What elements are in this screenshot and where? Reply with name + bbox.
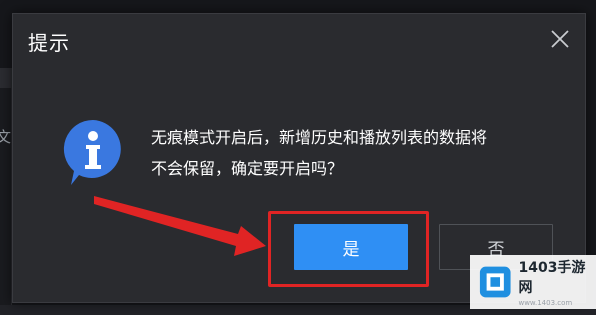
background-app-panel: [0, 70, 12, 315]
annotation-arrow: [94, 196, 266, 256]
dialog-message-line-2: 不会保留，确定要开启吗？: [151, 159, 344, 178]
dialog-title: 提示: [28, 31, 70, 55]
watermark-url: www.1403.com: [518, 299, 573, 307]
watermark-brand: 1403手游网: [518, 260, 586, 296]
background-app-toolbar: [0, 68, 12, 88]
watermark: 1403手游网 www.1403.com: [470, 255, 596, 309]
dialog-message: 无痕模式开启后，新增历史和播放列表的数据将 不会保留，确定要开启吗？: [151, 122, 571, 184]
watermark-logo-icon: [479, 266, 511, 298]
dialog-message-line-1: 无痕模式开启后，新增历史和播放列表的数据将: [151, 128, 488, 147]
close-button[interactable]: [549, 28, 571, 50]
close-icon: [551, 30, 569, 48]
background-app-text: 文: [0, 128, 12, 146]
info-icon: [63, 119, 121, 185]
annotation-highlight-box: [268, 211, 429, 287]
screen: 文 提示 无痕模式开启后，新增历史和播放列表的数据将 不会保留，确定要开启吗？ …: [0, 0, 596, 315]
